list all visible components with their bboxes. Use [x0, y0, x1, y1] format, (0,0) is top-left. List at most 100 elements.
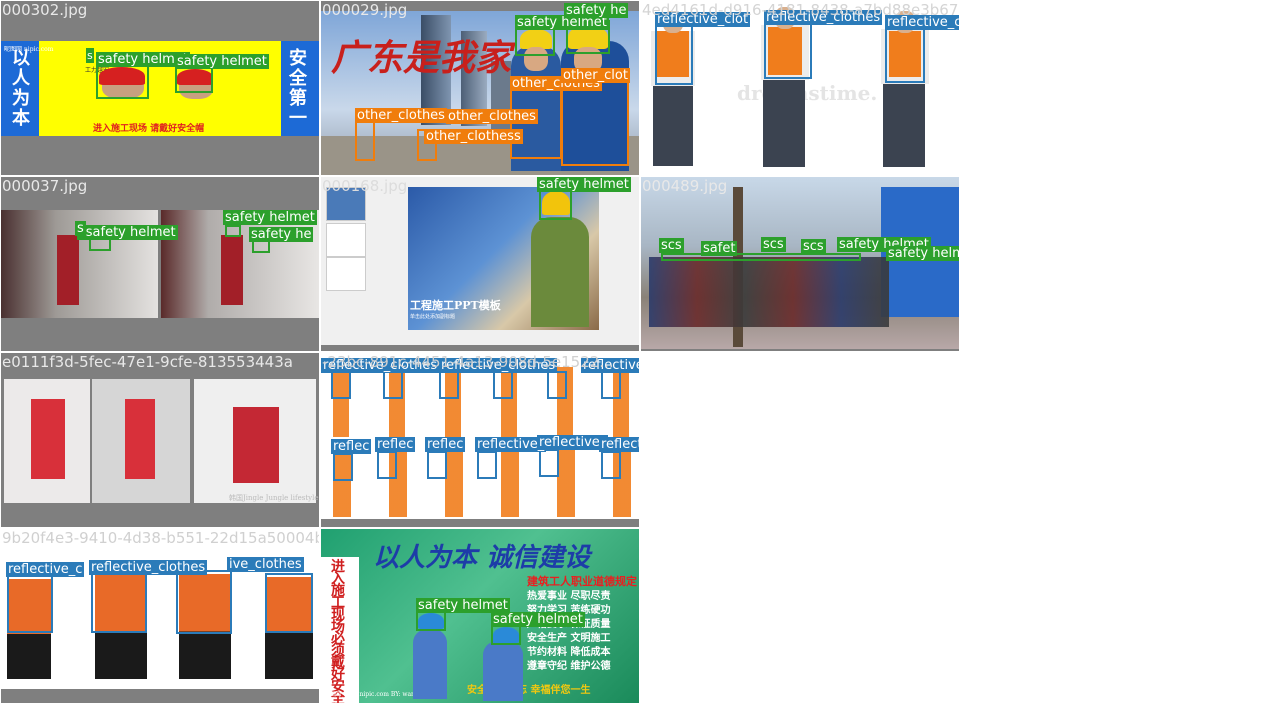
figure-row-top — [323, 367, 639, 437]
detection-box-reflective[interactable] — [7, 575, 53, 633]
detection-box-helmet[interactable] — [661, 253, 861, 261]
calligraphy-title: 广东是我家 — [331, 37, 512, 79]
detection-label-reflective: reflective_ — [475, 437, 547, 452]
detection-box-other-clothes[interactable] — [510, 89, 562, 159]
image-filename: 9b20f4e3-9410-4d38-b551-22d15a50004b5.jp… — [2, 529, 319, 547]
image-filename: 000168.jpg — [322, 177, 408, 195]
detection-box-reflective[interactable] — [601, 451, 621, 479]
detection-label-reflective: reflec — [425, 437, 466, 452]
image-tile-e0111f3d[interactable]: 韩国Jingle Jungle lifestyle e0111f3d-5fec-… — [1, 353, 319, 527]
detection-label-helmet: safety helmet — [223, 210, 317, 225]
detection-label-other-clothes: other_clothess — [424, 129, 523, 144]
slide-subtitle: 单击此处添加副标题 — [410, 314, 456, 320]
detection-label-helmet-truncated: safety he — [249, 227, 314, 242]
detection-label-reflective: reflective_clothes — [599, 437, 639, 452]
detection-box-reflective[interactable] — [539, 449, 559, 477]
detection-label-helmet-truncated: safety he — [564, 3, 629, 18]
detection-label-other-clothes: other_clothes — [446, 109, 538, 124]
detection-box-reflective[interactable] — [439, 371, 459, 399]
slide-thumbnail — [326, 257, 366, 291]
image-tile-000029[interactable]: 广东是我家 safety helmet safety he other_clot… — [321, 1, 639, 175]
detection-box-reflective[interactable] — [655, 25, 693, 85]
detection-label-helmet-crowded: scs — [801, 239, 826, 254]
image-filename: 000302.jpg — [2, 1, 88, 19]
detection-box-reflective[interactable] — [885, 28, 925, 83]
rule-line: 遵章守纪 维护公德 — [527, 661, 611, 672]
detection-label-helmet: safety helmet — [491, 612, 585, 627]
detection-box-helmet[interactable] — [491, 625, 521, 645]
detection-box-helmet[interactable] — [416, 611, 446, 631]
detection-label-small: s — [86, 48, 94, 63]
detection-label-reflective: reflec — [331, 439, 372, 454]
detection-label-reflective: reflective_c — [6, 562, 85, 577]
detection-label-reflective: ive_clothes — [227, 557, 304, 572]
detection-box-reflective[interactable] — [333, 453, 353, 481]
detection-box-reflective[interactable] — [377, 451, 397, 479]
detection-box-helmet[interactable] — [515, 26, 555, 56]
detection-label-reflective: reflective_ — [537, 435, 609, 450]
detection-box-reflective[interactable] — [331, 371, 351, 399]
worker-red — [57, 235, 79, 305]
detection-box-other-clothes[interactable] — [355, 121, 375, 161]
detection-box-helmet[interactable] — [96, 65, 149, 99]
man-legs — [653, 81, 693, 166]
image-tile-safety-poster[interactable]: 进入施工现场必须戴好安全帽 以人为本 诚信建设 建筑工人职业道德规定 热爱事业 … — [321, 529, 639, 703]
detection-label-helmet: safety helmet — [175, 54, 269, 69]
slide-title: 工程施工PPT模板 — [410, 299, 501, 312]
detection-box-reflective[interactable] — [547, 371, 567, 399]
image-tile-23bc[interactable]: reflective_clothes reflective_clothes re… — [321, 353, 639, 527]
detection-label-helmet-small: s — [75, 221, 86, 236]
detection-label-helmet: safety helmet — [886, 246, 959, 261]
engineer — [531, 217, 589, 327]
detection-label-reflective: reflec — [375, 437, 416, 452]
image-filename: 000037.jpg — [2, 177, 88, 195]
detection-box-helmet[interactable] — [225, 225, 241, 237]
detection-box-reflective[interactable] — [176, 570, 232, 634]
detection-box-reflective[interactable] — [265, 573, 313, 633]
slide-thumbnail — [326, 223, 366, 257]
image-filename: 000489.jpg — [642, 177, 728, 195]
detection-box-reflective[interactable] — [493, 371, 513, 399]
bottom-strip — [1, 689, 319, 703]
detection-box-other-clothes[interactable] — [561, 81, 629, 166]
detection-box-reflective[interactable] — [601, 371, 621, 399]
image-filename: e0111f3d-5fec-47e1-9cfe-813553443a — [2, 353, 293, 371]
image-filename: 000029.jpg — [322, 1, 408, 19]
detection-box-reflective[interactable] — [383, 371, 403, 399]
detection-label-helmet: ssafety helmet — [77, 225, 178, 240]
image-tile-000168[interactable]: 工程施工PPT模板 单击此处添加副标题 safety helmet 000168… — [321, 177, 639, 351]
detection-label-helmet-crowded: scs — [659, 238, 684, 253]
watermark: 昵图网 nipic.com — [4, 46, 54, 53]
image-tile-000302[interactable]: 以人为本 安全第一 进入施工现场 请戴好安全帽 昵图网 nipic.com 工力… — [1, 1, 319, 175]
detection-box-reflective[interactable] — [427, 451, 447, 479]
man-legs — [763, 77, 805, 167]
image-filename: 4ed4161d-d916-4181-8438-a7bd88e3b674.jpg — [642, 1, 959, 19]
detection-box-helmet[interactable] — [539, 190, 572, 220]
image-tile-000489[interactable]: scs safet scs scs safety helmet safety h… — [641, 177, 959, 351]
rule-line: 安全生产 文明施工 — [527, 633, 611, 644]
detection-label-other-clothes: other_clothes — [355, 108, 447, 123]
detection-box-helmet[interactable] — [175, 67, 213, 93]
crowd — [649, 257, 889, 327]
watermark: dreamstime. — [737, 81, 878, 105]
man-legs — [883, 81, 925, 167]
image-tile-9b20f4e3[interactable]: reflective_c reflective_clothes ive_clot… — [1, 529, 319, 703]
detection-label-helmet: safety helmet — [537, 177, 631, 192]
slogan-right: 安全第一 — [289, 48, 307, 129]
detection-box-reflective[interactable] — [764, 23, 812, 79]
detection-label-helmet-crowded: scs — [761, 237, 786, 252]
detection-label-helmet-crowded: safet — [701, 241, 738, 256]
worker-blue — [413, 629, 447, 699]
rule-line: 节约材料 降低成本 — [527, 647, 611, 658]
detection-box-reflective[interactable] — [91, 573, 147, 633]
woman-red-coat — [233, 407, 279, 483]
image-filename: -23bc-891c-4451-4a13-908d-5e1522... — [322, 353, 614, 371]
detection-box-reflective[interactable] — [477, 451, 497, 479]
woman-red-coat — [31, 399, 65, 479]
poster-title: 以人为本 诚信建设 — [373, 543, 591, 573]
image-tile-000037[interactable]: ssafety helmet s safety helmet safety he… — [1, 177, 319, 351]
watermark: 韩国Jingle Jungle lifestyle — [229, 494, 319, 502]
worker-red — [221, 235, 243, 305]
detection-label-other-clothes-truncated: other_clot — [561, 68, 630, 83]
image-tile-4ed4161d[interactable]: dreamstime. reflective_clot reflective_c… — [641, 1, 959, 175]
